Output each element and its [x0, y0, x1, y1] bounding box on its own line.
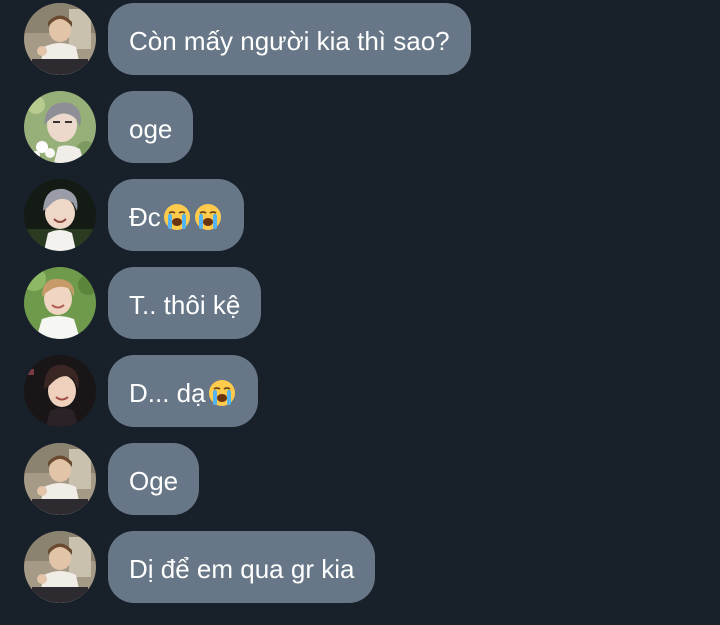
message-row: D... dạ [0, 355, 720, 443]
loudly-crying-face-icon [193, 202, 223, 232]
message-bubble[interactable]: Oge [108, 443, 200, 515]
message-bubble[interactable]: D... dạ [108, 355, 258, 427]
avatar-gray-hair-flowers[interactable] [24, 91, 96, 163]
message-bubble[interactable]: Đc [108, 179, 244, 251]
avatar-sitting-portrait[interactable] [24, 531, 96, 603]
message-bubble[interactable]: Còn mấy người kia thì sao? [108, 3, 471, 75]
avatar-dark-hair-smiling[interactable] [24, 355, 96, 427]
message-bubble[interactable]: Dị để em qua gr kia [108, 531, 376, 603]
avatar-sitting-portrait[interactable] [24, 3, 96, 75]
message-bubble[interactable]: oge [108, 91, 194, 163]
avatar-sitting-portrait[interactable] [24, 443, 96, 515]
message-row: Dị để em qua gr kia [0, 531, 720, 619]
chat-message-list: Còn mấy người kia thì sao? oge Đc T.. th… [0, 3, 720, 619]
message-text: Còn mấy người kia thì sao? [129, 26, 450, 57]
message-row: Còn mấy người kia thì sao? [0, 3, 720, 91]
message-row: oge [0, 91, 720, 179]
message-row: Oge [0, 443, 720, 531]
message-text: T.. thôi kệ [129, 290, 241, 321]
message-text: Oge [129, 466, 179, 497]
message-bubble[interactable]: T.. thôi kệ [108, 267, 262, 339]
loudly-crying-face-icon [162, 202, 192, 232]
message-text: oge [129, 114, 173, 145]
message-text: Đc [129, 202, 161, 233]
loudly-crying-face-icon [207, 378, 237, 408]
message-row: T.. thôi kệ [0, 267, 720, 355]
avatar-outdoor-green[interactable] [24, 267, 96, 339]
message-row: Đc [0, 179, 720, 267]
message-text: D... dạ [129, 378, 206, 409]
message-text: Dị để em qua gr kia [129, 554, 355, 585]
avatar-gray-hair-smiling[interactable] [24, 179, 96, 251]
